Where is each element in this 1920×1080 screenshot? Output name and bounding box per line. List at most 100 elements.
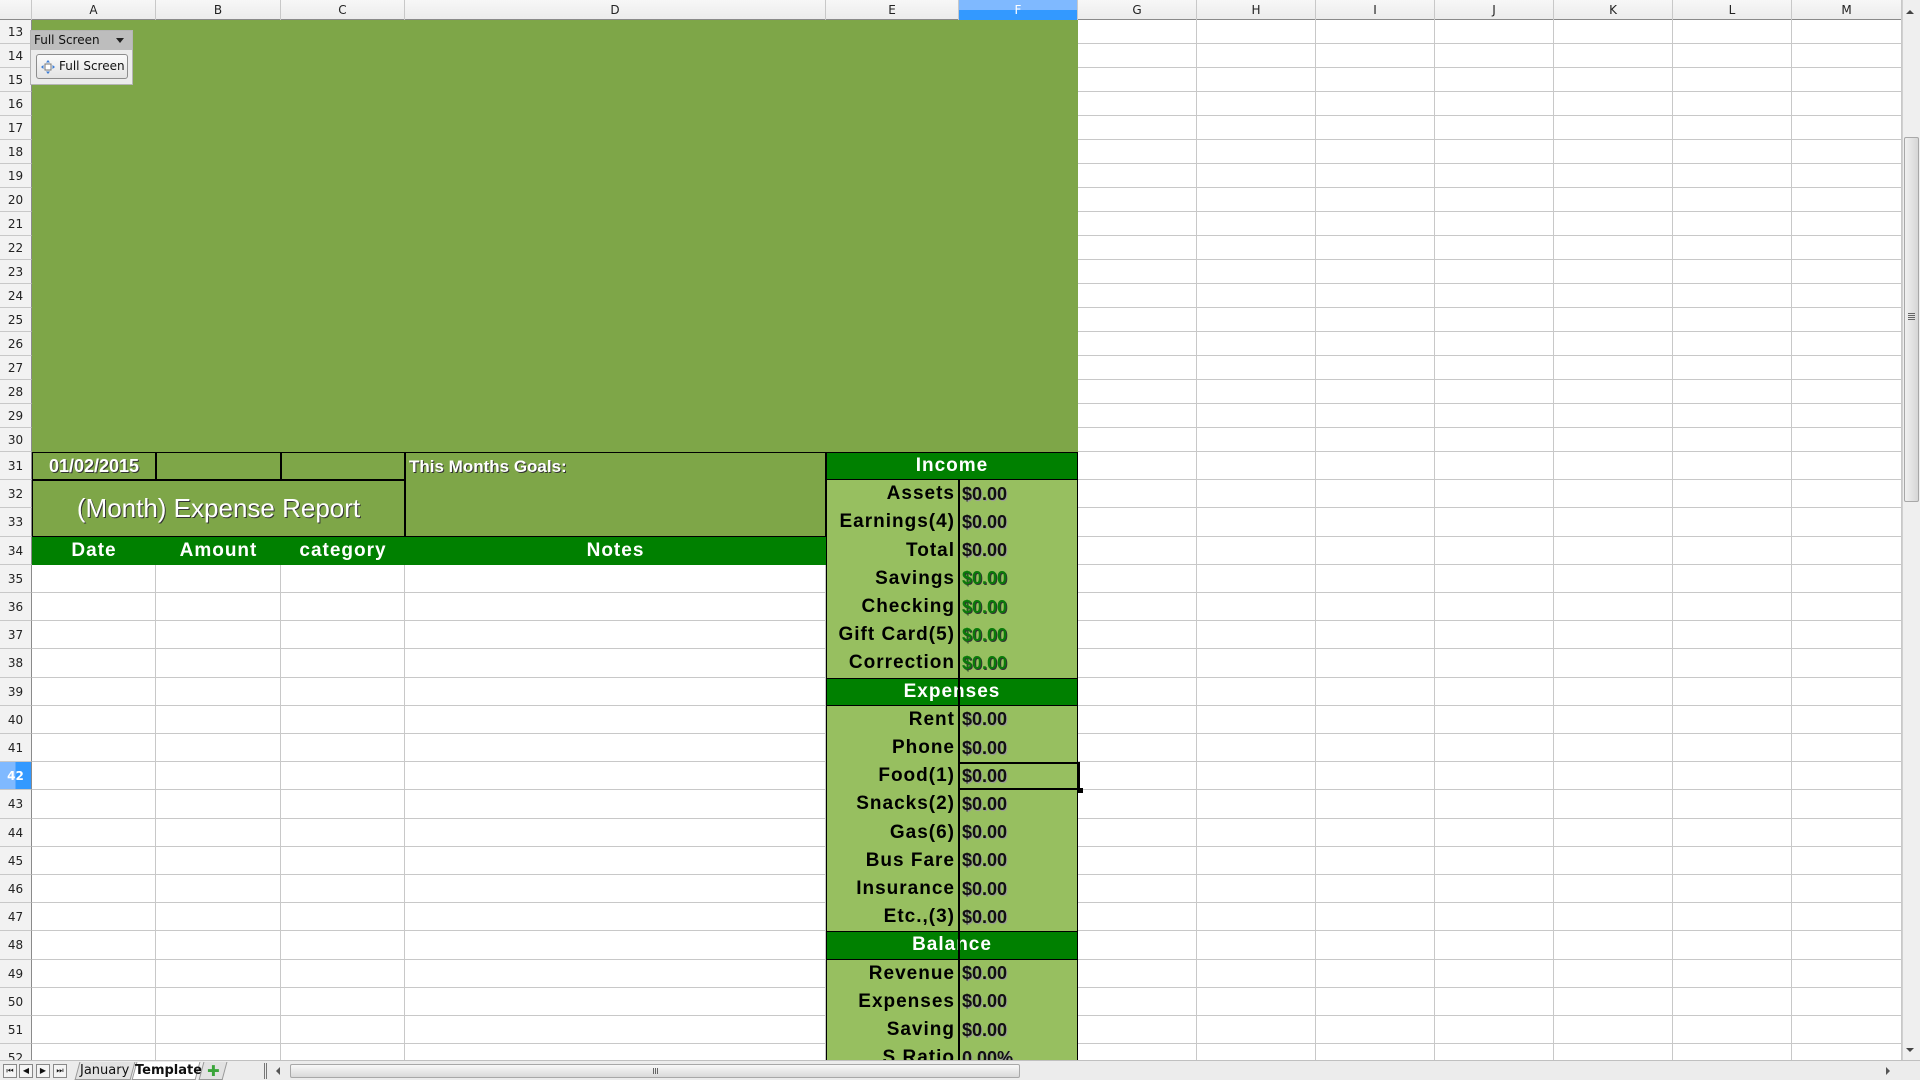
row-header-51[interactable]: 51 xyxy=(0,1016,32,1045)
row-header-16[interactable]: 16 xyxy=(0,92,32,116)
row-header-50[interactable]: 50 xyxy=(0,987,32,1016)
income-value-6[interactable]: $0.00 xyxy=(959,649,1078,678)
balance-value-1[interactable]: $0.00 xyxy=(959,987,1078,1016)
vertical-scrollbar[interactable] xyxy=(1902,0,1920,1060)
row-header-39[interactable]: 39 xyxy=(0,677,32,706)
income-label-3[interactable]: Savings xyxy=(826,564,959,593)
column-header-h[interactable]: H xyxy=(1197,0,1316,20)
row-header-23[interactable]: 23 xyxy=(0,260,32,284)
goals-label[interactable]: This Months Goals: xyxy=(405,452,826,537)
row-header-24[interactable]: 24 xyxy=(0,284,32,308)
column-header-c[interactable]: C xyxy=(281,0,405,20)
scroll-down-icon[interactable] xyxy=(1906,1048,1914,1052)
column-header-b[interactable]: B xyxy=(156,0,281,20)
table-header-notes[interactable]: Notes xyxy=(405,536,826,565)
row-header-26[interactable]: 26 xyxy=(0,332,32,356)
row-header-47[interactable]: 47 xyxy=(0,903,32,932)
row-header-20[interactable]: 20 xyxy=(0,188,32,212)
row-header-14[interactable]: 14 xyxy=(0,44,32,68)
expenses-value-1[interactable]: $0.00 xyxy=(959,734,1078,763)
row-header-44[interactable]: 44 xyxy=(0,818,32,847)
column-header-g[interactable]: G xyxy=(1078,0,1197,20)
column-header-l[interactable]: L xyxy=(1673,0,1792,20)
expenses-label-3[interactable]: Snacks(2) xyxy=(826,790,959,819)
column-header-i[interactable]: I xyxy=(1316,0,1435,20)
expenses-value-5[interactable]: $0.00 xyxy=(959,846,1078,875)
row-header-45[interactable]: 45 xyxy=(0,846,32,875)
row-header-29[interactable]: 29 xyxy=(0,404,32,428)
row-header-18[interactable]: 18 xyxy=(0,140,32,164)
sheet-tab-template[interactable]: Template xyxy=(131,1062,202,1080)
expenses-section-header[interactable]: Expenses xyxy=(826,677,1078,706)
cell-b31[interactable] xyxy=(156,452,281,481)
row-header-36[interactable]: 36 xyxy=(0,593,32,622)
expenses-value-3[interactable]: $0.00 xyxy=(959,790,1078,819)
row-header-31[interactable]: 31 xyxy=(0,452,32,481)
income-value-0[interactable]: $0.00 xyxy=(959,480,1078,509)
income-label-5[interactable]: Gift Card(5) xyxy=(826,621,959,650)
income-label-0[interactable]: Assets xyxy=(826,480,959,509)
dropdown-arrow-icon[interactable] xyxy=(116,38,124,43)
row-header-19[interactable]: 19 xyxy=(0,164,32,188)
row-header-15[interactable]: 15 xyxy=(0,68,32,92)
vertical-scroll-thumb[interactable] xyxy=(1904,137,1919,502)
expenses-value-6[interactable]: $0.00 xyxy=(959,875,1078,904)
row-header-37[interactable]: 37 xyxy=(0,621,32,650)
horizontal-scroll-thumb[interactable] xyxy=(290,1064,1020,1078)
column-header-j[interactable]: J xyxy=(1435,0,1554,20)
row-header-41[interactable]: 41 xyxy=(0,734,32,763)
first-sheet-button[interactable]: ⏮ xyxy=(3,1064,17,1078)
sheet-tab-january[interactable]: January xyxy=(74,1062,136,1080)
row-header-42[interactable]: 42 xyxy=(0,762,32,791)
next-sheet-button[interactable]: ▶ xyxy=(36,1064,50,1078)
income-value-3[interactable]: $0.00 xyxy=(959,564,1078,593)
income-label-4[interactable]: Checking xyxy=(826,593,959,622)
scroll-left-icon[interactable] xyxy=(276,1067,280,1075)
income-section-header[interactable]: Income xyxy=(826,452,1078,481)
balance-label-2[interactable]: Saving xyxy=(826,1016,959,1045)
expenses-label-1[interactable]: Phone xyxy=(826,734,959,763)
report-title[interactable]: (Month) Expense Report xyxy=(32,480,405,537)
expenses-label-6[interactable]: Insurance xyxy=(826,875,959,904)
row-header-25[interactable]: 25 xyxy=(0,308,32,332)
income-label-1[interactable]: Earnings(4) xyxy=(826,508,959,537)
balance-label-1[interactable]: Expenses xyxy=(826,987,959,1016)
fullscreen-toolbar-title[interactable]: Full Screen xyxy=(31,31,132,50)
previous-sheet-button[interactable]: ◀ xyxy=(19,1064,33,1078)
row-header-46[interactable]: 46 xyxy=(0,875,32,904)
income-label-6[interactable]: Correction xyxy=(826,649,959,678)
row-header-27[interactable]: 27 xyxy=(0,356,32,380)
expenses-label-4[interactable]: Gas(6) xyxy=(826,818,959,847)
income-label-2[interactable]: Total xyxy=(826,536,959,565)
income-value-1[interactable]: $0.00 xyxy=(959,508,1078,537)
column-header-d[interactable]: D xyxy=(405,0,826,20)
table-header-amount[interactable]: Amount xyxy=(156,536,281,565)
scroll-right-icon[interactable] xyxy=(1886,1067,1890,1075)
expenses-value-0[interactable]: $0.00 xyxy=(959,705,1078,734)
column-header-e[interactable]: E xyxy=(826,0,959,20)
row-header-13[interactable]: 13 xyxy=(0,20,32,44)
expenses-label-2[interactable]: Food(1) xyxy=(826,762,959,791)
row-header-43[interactable]: 43 xyxy=(0,790,32,819)
fullscreen-button[interactable]: Full Screen xyxy=(36,54,128,79)
row-header-49[interactable]: 49 xyxy=(0,959,32,988)
active-cell-cursor[interactable] xyxy=(958,762,1083,794)
expenses-label-0[interactable]: Rent xyxy=(826,705,959,734)
row-header-22[interactable]: 22 xyxy=(0,236,32,260)
income-value-2[interactable]: $0.00 xyxy=(959,536,1078,565)
row-header-32[interactable]: 32 xyxy=(0,480,32,509)
expenses-value-4[interactable]: $0.00 xyxy=(959,818,1078,847)
expenses-value-7[interactable]: $0.00 xyxy=(959,903,1078,932)
income-value-5[interactable]: $0.00 xyxy=(959,621,1078,650)
column-header-f[interactable]: F xyxy=(959,0,1078,20)
balance-value-2[interactable]: $0.00 xyxy=(959,1016,1078,1045)
balance-value-0[interactable]: $0.00 xyxy=(959,959,1078,988)
row-header-34[interactable]: 34 xyxy=(0,536,32,565)
balance-section-header[interactable]: Balance xyxy=(826,931,1078,960)
balance-label-0[interactable]: Revenue xyxy=(826,959,959,988)
row-header-35[interactable]: 35 xyxy=(0,564,32,593)
table-header-date[interactable]: Date xyxy=(32,536,156,565)
column-header-m[interactable]: M xyxy=(1792,0,1902,20)
report-date[interactable]: 01/02/2015 xyxy=(32,452,156,481)
row-header-38[interactable]: 38 xyxy=(0,649,32,678)
